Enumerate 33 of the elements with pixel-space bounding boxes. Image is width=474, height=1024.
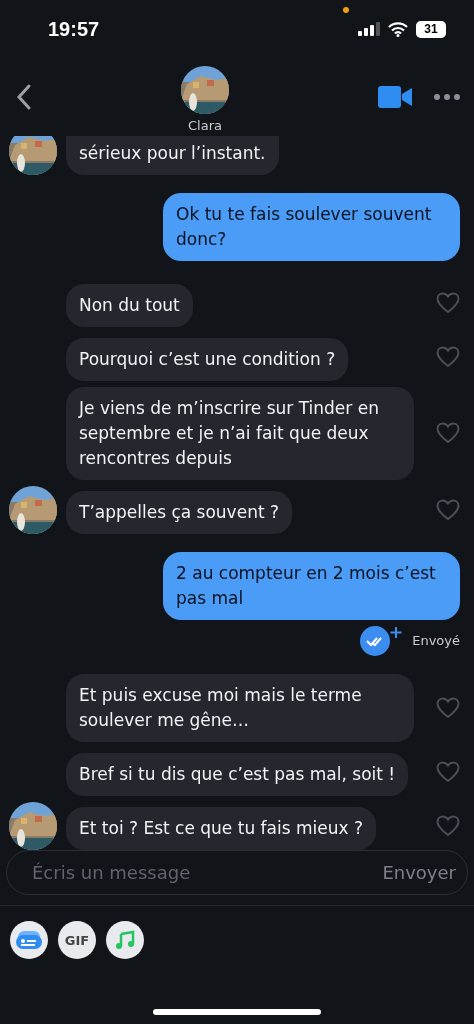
wifi-icon <box>388 21 408 37</box>
heart-icon[interactable] <box>436 760 460 783</box>
heart-icon[interactable] <box>436 814 460 837</box>
heart-icon[interactable] <box>436 696 460 719</box>
sent-message: Ok tu te fais soulever souvent donc? <box>163 192 460 261</box>
received-message: Et toi ? Est ce que tu fais mieux ? <box>66 806 376 850</box>
read-receipt-icon <box>360 625 403 656</box>
received-message: Je viens de m’inscrire sur Tinder en septembre et je n’ai fait que deux rencontres depuis <box>66 386 414 480</box>
sent-message: 2 au compteur en 2 mois c’est pas mal <box>163 551 460 620</box>
heart-icon[interactable] <box>436 422 460 445</box>
received-message: Et puis excuse moi mais le terme soulever me gêne… <box>66 673 414 742</box>
contact-card-icon <box>16 931 42 950</box>
gif-button[interactable]: GIF <box>58 921 96 960</box>
video-call-icon[interactable] <box>378 86 412 108</box>
music-button[interactable] <box>106 921 144 960</box>
privacy-indicator-icon <box>343 7 349 13</box>
contact-name: Clara <box>188 117 222 133</box>
status-time: 19:57 <box>48 17 100 41</box>
signal-icon <box>358 22 380 37</box>
card-button[interactable] <box>10 921 48 960</box>
heart-icon[interactable] <box>436 345 460 368</box>
received-message: Bref si tu dis que c’est pas mal, soit ! <box>66 752 409 796</box>
music-note-icon <box>115 930 135 951</box>
back-icon[interactable] <box>16 84 32 110</box>
more-icon[interactable] <box>434 94 460 100</box>
received-message: T’appelles ça souvent ? <box>66 490 292 534</box>
heart-icon[interactable] <box>436 498 460 521</box>
battery-icon: 31 <box>416 20 446 38</box>
heart-icon[interactable] <box>436 291 460 314</box>
received-message: Pourquoi c’est une condition ? <box>66 337 349 381</box>
delivery-status: Envoyé <box>412 633 460 649</box>
received-message: Non du tout <box>66 283 193 327</box>
send-button[interactable]: Envoyer <box>376 860 462 884</box>
